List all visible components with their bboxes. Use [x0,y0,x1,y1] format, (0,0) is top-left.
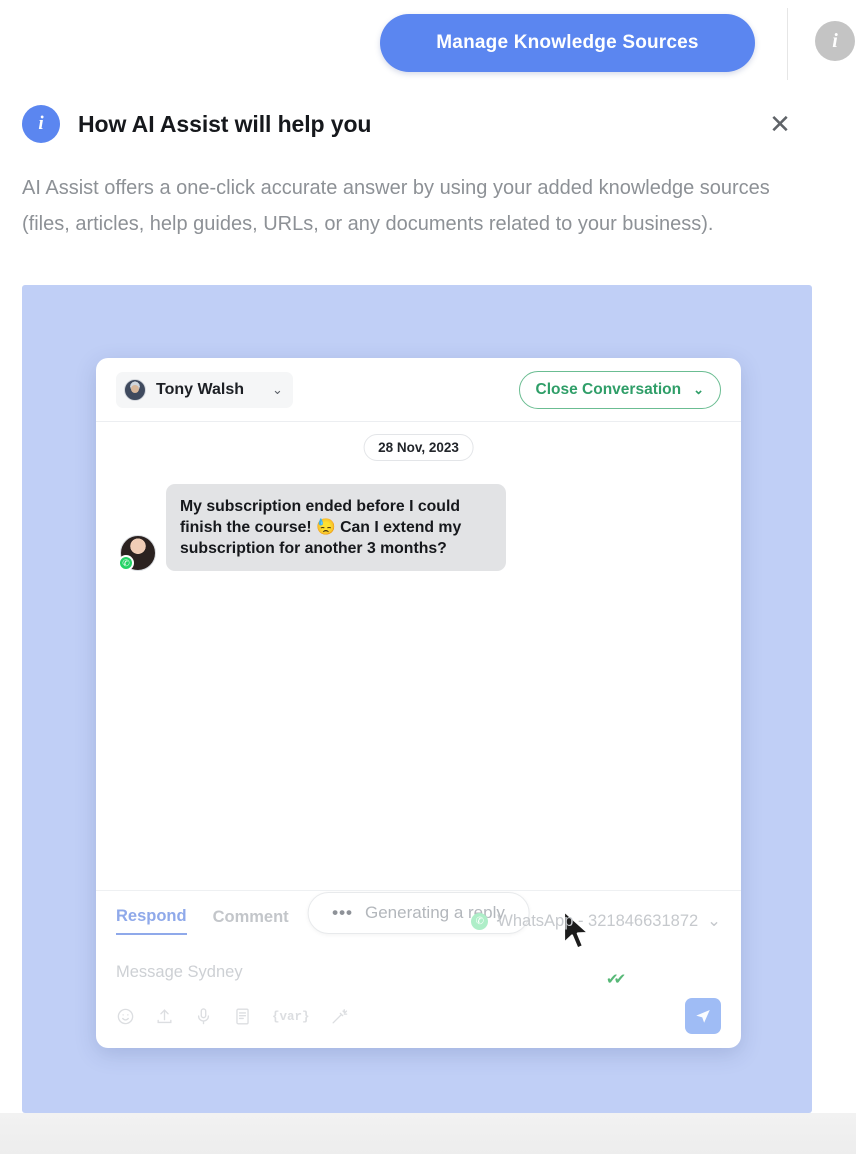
tab-respond[interactable]: Respond [116,907,187,935]
message-bubble: My subscription ended before I could fin… [166,484,506,571]
microphone-icon[interactable] [194,1007,213,1026]
close-icon[interactable]: ✕ [762,106,798,142]
banner-description: AI Assist offers a one-click accurate an… [22,177,770,235]
whatsapp-icon: ✆ [471,912,489,930]
page-root: Manage Knowledge Sources i i How AI Assi… [0,0,856,1154]
message-input[interactable]: Message Sydney [116,963,721,982]
message-list: 28 Nov, 2023 ✆ My subscription ended bef… [96,422,741,988]
avatar: ✆ [118,535,156,571]
top-toolbar: Manage Knowledge Sources i [0,0,856,88]
message-composer: Respond Comment ✆ WhatsApp - 32184663187… [96,890,741,1048]
assignee-selector[interactable]: Tony Walsh ⌄ [116,371,293,408]
composer-top-row: Respond Comment ✆ WhatsApp - 32184663187… [116,907,721,935]
send-button[interactable] [685,998,721,1034]
chevron-down-icon: ⌄ [707,912,721,930]
channel-label: WhatsApp - 321846631872 [497,911,699,930]
toolbar-divider [787,8,788,80]
page-footer-strip [0,1113,856,1154]
ai-assist-info-banner: i How AI Assist will help you ✕ AI Assis… [0,96,856,242]
assignee-name: Tony Walsh [156,380,244,398]
composer-toolbar: {var} [116,1007,349,1026]
close-conversation-button[interactable]: Close Conversation ⌄ [518,370,721,409]
assignee-avatar [124,378,146,401]
tab-comment[interactable]: Comment [213,908,289,934]
message-row: ✆ My subscription ended before I could f… [118,484,506,571]
widget-header: Tony Walsh ⌄ Close Conversation ⌄ [96,358,741,422]
info-icon[interactable]: i [815,21,855,61]
emoji-icon[interactable] [116,1007,135,1026]
info-badge-icon: i [22,105,60,143]
chevron-down-icon: ⌄ [272,381,283,397]
variable-icon[interactable]: {var} [272,1010,310,1024]
composer-tabs: Respond Comment [116,907,289,935]
whatsapp-icon: ✆ [118,555,134,571]
banner-header: i How AI Assist will help you ✕ [0,96,856,152]
channel-selector[interactable]: ✆ WhatsApp - 321846631872 ⌄ [471,911,721,931]
conversation-widget: Tony Walsh ⌄ Close Conversation ⌄ 28 Nov… [96,358,741,1048]
magic-wand-icon[interactable] [330,1007,349,1026]
canned-response-icon[interactable] [233,1007,252,1026]
demo-preview-panel: Tony Walsh ⌄ Close Conversation ⌄ 28 Nov… [22,285,812,1113]
banner-title: How AI Assist will help you [78,110,372,137]
chevron-down-icon: ⌄ [693,381,704,397]
manage-knowledge-sources-button[interactable]: Manage Knowledge Sources [380,14,755,72]
close-conversation-label: Close Conversation [535,380,682,398]
attach-upload-icon[interactable] [155,1007,174,1026]
date-divider: 28 Nov, 2023 [363,434,474,461]
